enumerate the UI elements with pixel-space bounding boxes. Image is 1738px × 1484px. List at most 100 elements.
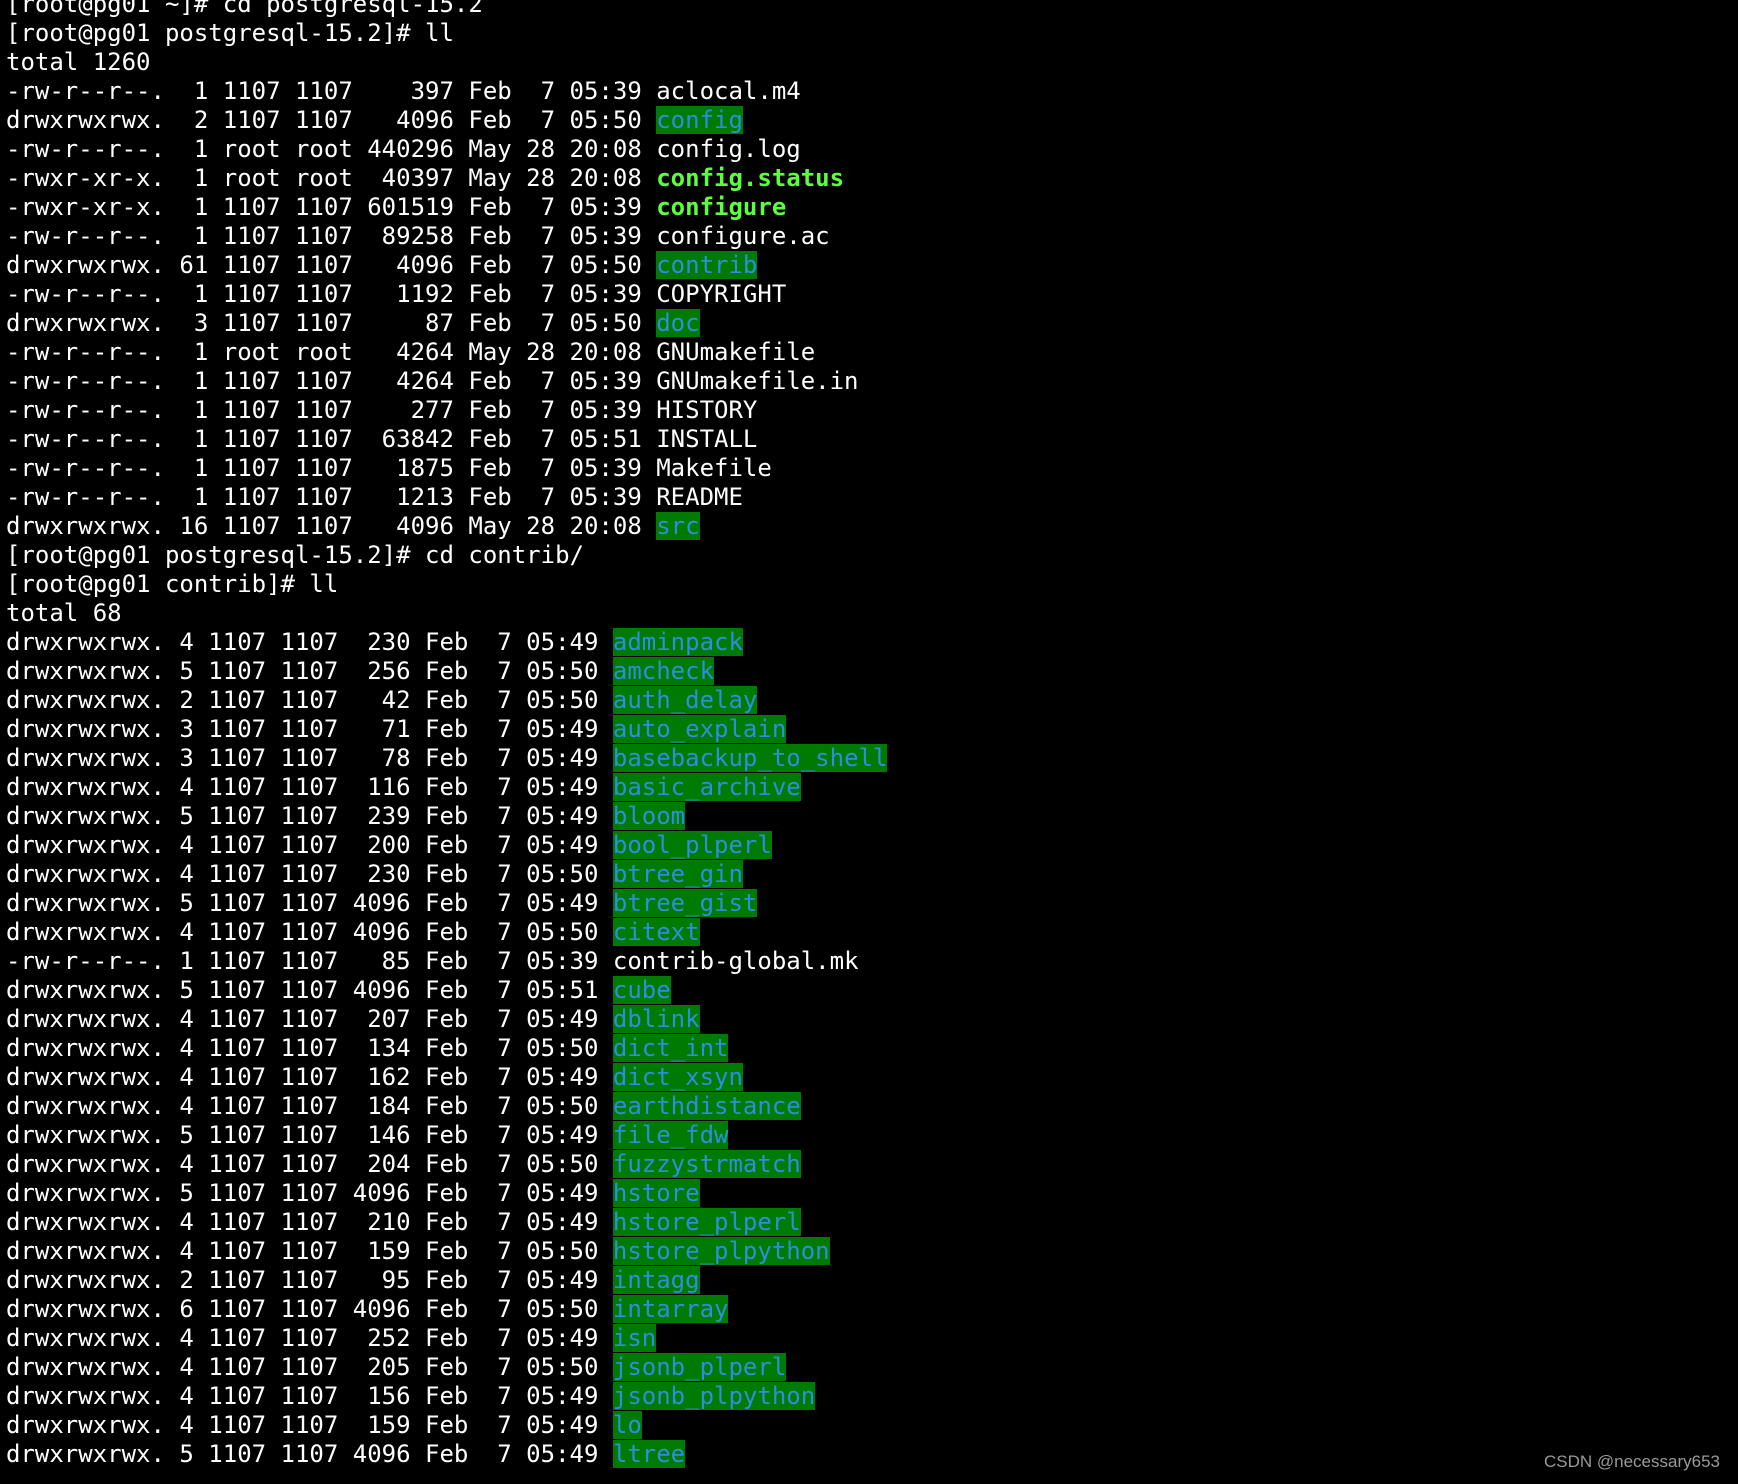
listing-row: drwxrwxrwx. 2 1107 1107 4096 Feb 7 05:50… (6, 106, 1726, 135)
listing-row: drwxrwxrwx. 5 1107 1107 256 Feb 7 05:50 … (6, 657, 1726, 686)
file-attributes: -rw-r--r--. 1 1107 1107 63842 Feb 7 05:5… (6, 425, 657, 453)
directory-name: hstore (612, 1179, 700, 1207)
listing-row: -rw-r--r--. 1 1107 1107 89258 Feb 7 05:3… (6, 222, 1726, 251)
file-name: HISTORY (656, 396, 758, 424)
listing-row: drwxrwxrwx. 5 1107 1107 4096 Feb 7 05:49… (6, 889, 1726, 918)
file-attributes: -rw-r--r--. 1 1107 1107 1213 Feb 7 05:39 (6, 483, 657, 511)
listing-row: -rw-r--r--. 1 1107 1107 1192 Feb 7 05:39… (6, 280, 1726, 309)
directory-name: citext (612, 918, 700, 946)
listing-row: drwxrwxrwx. 16 1107 1107 4096 May 28 20:… (6, 512, 1726, 541)
file-attributes: drwxrwxrwx. 4 1107 1107 4096 Feb 7 05:50 (6, 918, 613, 946)
listing-row: drwxrwxrwx. 4 1107 1107 205 Feb 7 05:50 … (6, 1353, 1726, 1382)
file-attributes: drwxrwxrwx. 5 1107 1107 4096 Feb 7 05:49 (6, 1179, 613, 1207)
file-attributes: -rw-r--r--. 1 1107 1107 89258 Feb 7 05:3… (6, 222, 657, 250)
listing-row: drwxrwxrwx. 4 1107 1107 184 Feb 7 05:50 … (6, 1092, 1726, 1121)
directory-name: dict_int (612, 1034, 729, 1062)
file-name: config.log (656, 135, 801, 163)
directory-name: hstore_plperl (612, 1208, 801, 1236)
file-name: GNUmakefile.in (656, 367, 859, 395)
listing-row: drwxrwxrwx. 4 1107 1107 116 Feb 7 05:49 … (6, 773, 1726, 802)
listing-row: drwxrwxrwx. 4 1107 1107 230 Feb 7 05:49 … (6, 628, 1726, 657)
file-name: Makefile (656, 454, 772, 482)
listing-row: drwxrwxrwx. 4 1107 1107 210 Feb 7 05:49 … (6, 1208, 1726, 1237)
listing-row: -rw-r--r--. 1 1107 1107 85 Feb 7 05:39 c… (6, 947, 1726, 976)
directory-name: intagg (612, 1266, 700, 1294)
directory-name: bool_plperl (612, 831, 772, 859)
directory-name: dblink (612, 1005, 700, 1033)
listing-row: -rw-r--r--. 1 1107 1107 63842 Feb 7 05:5… (6, 425, 1726, 454)
listing-row: drwxrwxrwx. 4 1107 1107 159 Feb 7 05:50 … (6, 1237, 1726, 1266)
directory-name: jsonb_plpython (612, 1382, 816, 1410)
listing-row: drwxrwxrwx. 5 1107 1107 239 Feb 7 05:49 … (6, 802, 1726, 831)
shell-prompt-line: [root@pg01 ~]# cd postgresql-15.2 (6, 0, 483, 18)
directory-name: auto_explain (612, 715, 787, 743)
file-attributes: drwxrwxrwx. 4 1107 1107 134 Feb 7 05:50 (6, 1034, 613, 1062)
file-attributes: -rw-r--r--. 1 1107 1107 1875 Feb 7 05:39 (6, 454, 657, 482)
terminal-output[interactable]: [root@pg01 ~]# cd postgresql-15.2 [root@p… (6, 0, 1726, 1469)
listing-row: -rw-r--r--. 1 1107 1107 4264 Feb 7 05:39… (6, 367, 1726, 396)
file-attributes: drwxrwxrwx. 5 1107 1107 4096 Feb 7 05:51 (6, 976, 613, 1004)
file-attributes: drwxrwxrwx. 4 1107 1107 200 Feb 7 05:49 (6, 831, 613, 859)
directory-name: earthdistance (612, 1092, 801, 1120)
directory-name: adminpack (612, 628, 743, 656)
directory-name: isn (612, 1324, 657, 1352)
directory-name: basic_archive (612, 773, 801, 801)
file-attributes: drwxrwxrwx. 4 1107 1107 159 Feb 7 05:50 (6, 1237, 613, 1265)
file-name: aclocal.m4 (656, 77, 801, 105)
directory-name: cube (612, 976, 671, 1004)
listing-row: -rwxr-xr-x. 1 1107 1107 601519 Feb 7 05:… (6, 193, 1726, 222)
listing-row: -rwxr-xr-x. 1 root root 40397 May 28 20:… (6, 164, 1726, 193)
listing-row: drwxrwxrwx. 4 1107 1107 4096 Feb 7 05:50… (6, 918, 1726, 947)
output-line: total 1260 (6, 48, 151, 76)
output-line: total 68 (6, 599, 122, 627)
file-attributes: drwxrwxrwx. 61 1107 1107 4096 Feb 7 05:5… (6, 251, 657, 279)
listing-row: drwxrwxrwx. 3 1107 1107 78 Feb 7 05:49 b… (6, 744, 1726, 773)
file-attributes: drwxrwxrwx. 5 1107 1107 4096 Feb 7 05:49 (6, 1440, 613, 1468)
directory-name: fuzzystrmatch (612, 1150, 801, 1178)
file-attributes: drwxrwxrwx. 5 1107 1107 256 Feb 7 05:50 (6, 657, 613, 685)
file-name: COPYRIGHT (656, 280, 787, 308)
listing-row: drwxrwxrwx. 4 1107 1107 156 Feb 7 05:49 … (6, 1382, 1726, 1411)
file-name: GNUmakefile (656, 338, 816, 366)
file-attributes: -rw-r--r--. 1 1107 1107 397 Feb 7 05:39 (6, 77, 657, 105)
directory-name: intarray (612, 1295, 729, 1323)
file-attributes: drwxrwxrwx. 16 1107 1107 4096 May 28 20:… (6, 512, 657, 540)
directory-name: hstore_plpython (612, 1237, 830, 1265)
file-attributes: drwxrwxrwx. 4 1107 1107 207 Feb 7 05:49 (6, 1005, 613, 1033)
file-attributes: drwxrwxrwx. 3 1107 1107 87 Feb 7 05:50 (6, 309, 657, 337)
file-attributes: -rwxr-xr-x. 1 1107 1107 601519 Feb 7 05:… (6, 193, 657, 221)
directory-name: auth_delay (612, 686, 758, 714)
listing-row: drwxrwxrwx. 5 1107 1107 4096 Feb 7 05:49… (6, 1179, 1726, 1208)
shell-prompt-line: [root@pg01 postgresql-15.2]# ll (6, 19, 454, 47)
file-attributes: drwxrwxrwx. 2 1107 1107 42 Feb 7 05:50 (6, 686, 613, 714)
file-attributes: -rw-r--r--. 1 1107 1107 85 Feb 7 05:39 (6, 947, 613, 975)
directory-name: dict_xsyn (612, 1063, 743, 1091)
directory-name: config (656, 106, 743, 134)
shell-prompt-line: [root@pg01 postgresql-15.2]# cd contrib/ (6, 541, 584, 569)
listing-row: drwxrwxrwx. 2 1107 1107 42 Feb 7 05:50 a… (6, 686, 1726, 715)
directory-name: doc (656, 309, 700, 337)
listing-row: drwxrwxrwx. 5 1107 1107 146 Feb 7 05:49 … (6, 1121, 1726, 1150)
file-name: INSTALL (656, 425, 758, 453)
file-attributes: drwxrwxrwx. 4 1107 1107 210 Feb 7 05:49 (6, 1208, 613, 1236)
directory-name: bloom (612, 802, 686, 830)
file-attributes: -rw-r--r--. 1 1107 1107 4264 Feb 7 05:39 (6, 367, 657, 395)
listing-row: drwxrwxrwx. 4 1107 1107 200 Feb 7 05:49 … (6, 831, 1726, 860)
listing-row: -rw-r--r--. 1 root root 4264 May 28 20:0… (6, 338, 1726, 367)
listing-row: drwxrwxrwx. 3 1107 1107 87 Feb 7 05:50 d… (6, 309, 1726, 338)
file-attributes: drwxrwxrwx. 6 1107 1107 4096 Feb 7 05:50 (6, 1295, 613, 1323)
shell-prompt-line: [root@pg01 contrib]# ll (6, 570, 339, 598)
listing-row: drwxrwxrwx. 3 1107 1107 71 Feb 7 05:49 a… (6, 715, 1726, 744)
listing-row: drwxrwxrwx. 4 1107 1107 252 Feb 7 05:49 … (6, 1324, 1726, 1353)
listing-row: -rw-r--r--. 1 1107 1107 1213 Feb 7 05:39… (6, 483, 1726, 512)
file-name: README (656, 483, 743, 511)
listing-row: drwxrwxrwx. 4 1107 1107 134 Feb 7 05:50 … (6, 1034, 1726, 1063)
file-attributes: drwxrwxrwx. 4 1107 1107 184 Feb 7 05:50 (6, 1092, 613, 1120)
file-attributes: drwxrwxrwx. 5 1107 1107 4096 Feb 7 05:49 (6, 889, 613, 917)
file-attributes: -rw-r--r--. 1 1107 1107 277 Feb 7 05:39 (6, 396, 657, 424)
watermark: CSDN @necessary653 (1544, 1452, 1720, 1471)
file-attributes: drwxrwxrwx. 4 1107 1107 230 Feb 7 05:50 (6, 860, 613, 888)
directory-name: src (656, 512, 700, 540)
file-attributes: drwxrwxrwx. 5 1107 1107 239 Feb 7 05:49 (6, 802, 613, 830)
file-attributes: drwxrwxrwx. 4 1107 1107 159 Feb 7 05:49 (6, 1411, 613, 1439)
